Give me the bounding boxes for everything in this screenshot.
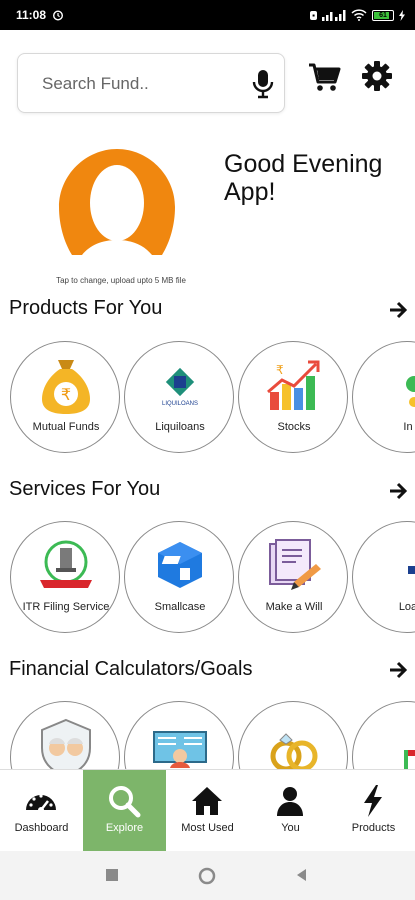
- upload-hint: Tap to change, upload upto 5 MB file: [56, 276, 186, 285]
- lightning-icon: [364, 785, 382, 817]
- search-icon: [109, 786, 141, 818]
- cart-icon[interactable]: [307, 60, 341, 94]
- wifi-icon: [351, 9, 367, 21]
- section-title-calculators: Financial Calculators/Goals: [9, 658, 253, 680]
- nav-explore[interactable]: Explore: [83, 770, 166, 852]
- charging-icon: [399, 9, 405, 21]
- marriage-rings-icon: [270, 733, 318, 769]
- greeting-text: Good Evening App!: [224, 150, 404, 206]
- battery-icon: 61: [372, 9, 394, 21]
- user-icon: [277, 787, 303, 816]
- smallcase-logo: [158, 542, 202, 588]
- stocks-chart-icon: ₹: [267, 360, 320, 410]
- avatar[interactable]: [54, 145, 180, 257]
- calculators-row: [0, 701, 415, 769]
- calculator-partial[interactable]: [352, 701, 415, 769]
- service-partial[interactable]: Loa: [352, 521, 415, 633]
- liquiloans-logo: LIQUILOANS: [162, 367, 198, 407]
- services-row: ITR Filing Service Smallcase Make a Will…: [0, 521, 415, 641]
- arrow-right-icon[interactable]: [388, 300, 408, 320]
- arrow-right-icon[interactable]: [388, 660, 408, 680]
- system-nav-bar: [0, 851, 415, 900]
- retirement-icon: [41, 718, 91, 769]
- service-make-a-will[interactable]: Make a Will: [238, 521, 348, 633]
- status-time: 11:08: [16, 8, 47, 22]
- dashboard-gauge-icon: [26, 794, 56, 813]
- alarm-icon: [53, 10, 64, 21]
- service-itr-filing[interactable]: ITR Filing Service: [10, 521, 120, 633]
- nav-label: You: [281, 822, 300, 834]
- nav-label: Dashboard: [14, 822, 69, 834]
- calculator-education[interactable]: [124, 701, 234, 769]
- greeting-line-2: App!: [224, 178, 276, 206]
- svg-text:₹: ₹: [61, 385, 71, 404]
- partial-icon: [404, 750, 415, 769]
- service-label: Loa: [398, 601, 415, 613]
- product-label: Mutual Funds: [32, 421, 100, 433]
- gear-icon[interactable]: [360, 59, 394, 93]
- service-label: Smallcase: [154, 601, 206, 613]
- partial-icon: [408, 566, 415, 574]
- money-bag-icon: ₹: [42, 360, 90, 414]
- nav-label: Explore: [105, 822, 144, 834]
- back-icon[interactable]: [294, 867, 310, 883]
- product-mutual-funds[interactable]: ₹ Mutual Funds: [10, 341, 120, 453]
- bottom-nav: Dashboard Explore Most Used You Products: [0, 769, 415, 852]
- itr-emblem-icon: [40, 540, 92, 588]
- nav-label: Products: [351, 822, 396, 834]
- product-label: Liquiloans: [155, 421, 205, 433]
- service-smallcase[interactable]: Smallcase: [124, 521, 234, 633]
- product-stocks[interactable]: ₹ Stocks: [238, 341, 348, 453]
- status-bar: 11:08 ▪ 61: [0, 0, 415, 30]
- search-input[interactable]: [42, 71, 232, 97]
- will-document-icon: [269, 539, 321, 590]
- nav-most-used[interactable]: Most Used: [166, 770, 249, 852]
- product-label: Stocks: [277, 421, 311, 433]
- search-box[interactable]: [17, 53, 285, 113]
- nav-label: Most Used: [181, 822, 234, 834]
- product-liquiloans[interactable]: LIQUILOANS Liquiloans: [124, 341, 234, 453]
- home-icon: [192, 787, 222, 815]
- home-button-icon[interactable]: [198, 867, 216, 885]
- calculator-retirement[interactable]: [10, 701, 120, 769]
- education-icon: [153, 731, 207, 768]
- nav-you[interactable]: You: [249, 770, 332, 852]
- nav-dashboard[interactable]: Dashboard: [0, 770, 83, 852]
- nav-products[interactable]: Products: [332, 770, 415, 852]
- calculator-marriage[interactable]: [238, 701, 348, 769]
- partial-icon: [406, 376, 415, 407]
- sim-icon: ▪: [310, 10, 317, 20]
- arrow-right-icon[interactable]: [388, 481, 408, 501]
- signal-icon: [322, 10, 346, 21]
- microphone-icon[interactable]: [250, 68, 276, 100]
- service-label: ITR Filing Service: [22, 601, 110, 613]
- product-label: In: [403, 421, 413, 433]
- products-row: ₹ Mutual Funds LIQUILOANS Liquiloans ₹ S…: [0, 341, 415, 461]
- product-partial[interactable]: In: [352, 341, 415, 453]
- recent-apps-icon[interactable]: [104, 867, 120, 883]
- section-title-products: Products For You: [9, 297, 163, 319]
- section-title-services: Services For You: [9, 478, 161, 500]
- greeting-line-1: Good Evening: [224, 150, 383, 178]
- svg-text:LIQUILOANS: LIQUILOANS: [162, 401, 198, 407]
- svg-text:₹: ₹: [276, 363, 284, 377]
- service-label: Make a Will: [265, 601, 323, 613]
